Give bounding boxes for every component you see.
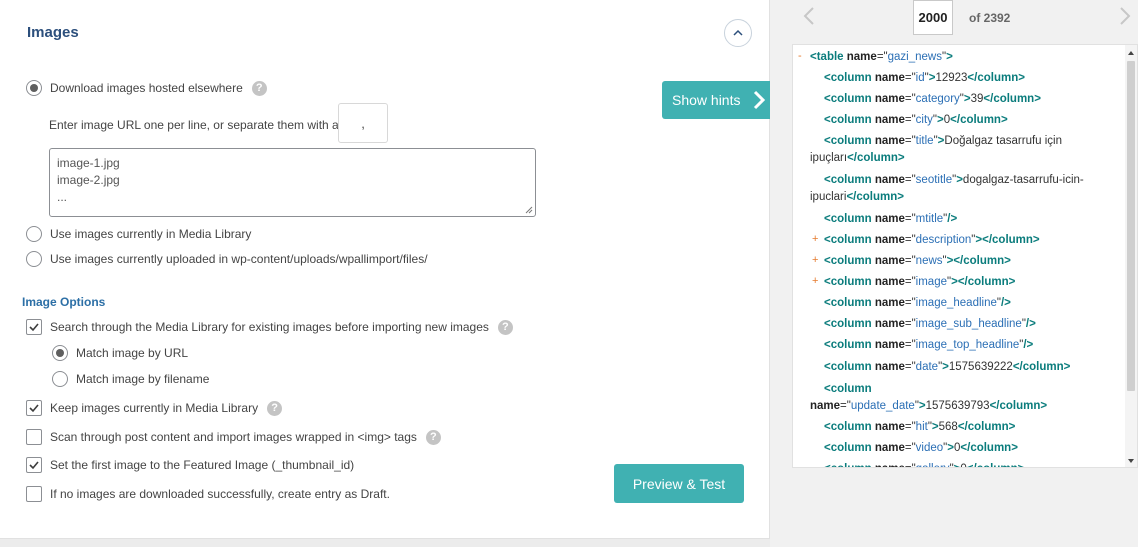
chevron-right-icon [753,90,766,110]
uploaded-label: Use images currently uploaded in wp-cont… [50,252,428,266]
chevron-up-icon [733,29,743,36]
xml-column-line: <column name="date">1575639222</column> [824,361,1071,373]
xml-column-line: <column name="category">39</column> [824,93,1041,105]
xml-column-line: <column name="video">0</column> [824,442,1018,454]
xml-column-line: <column name="description"></column> [824,234,1040,246]
panel-footer [0,539,770,547]
separator-prompt-row: Enter image URL one per line, or separat… [49,118,339,132]
help-icon[interactable]: ? [497,319,513,335]
scan-option[interactable]: Scan through post content and import ima… [26,429,441,445]
search-label: Search through the Media Library for exi… [50,320,489,334]
scroll-thumb[interactable] [1127,61,1135,391]
chevron-right-icon[interactable] [1116,6,1134,26]
xml-scrollbar[interactable] [1125,45,1137,467]
separator-input[interactable] [338,103,388,143]
xml-column-line: <column name="image_headline"/> [824,297,1011,309]
help-icon[interactable]: ? [267,400,283,416]
help-icon[interactable]: ? [251,80,267,96]
xml-column-line: <column name="seotitle">dogalgaz-tasarru… [810,174,1084,203]
match-url-option[interactable]: Match image by URL [52,345,188,361]
checkmark-icon [29,404,39,413]
chevron-left-icon[interactable] [800,6,818,26]
xml-tree: - <table name="gazi_news"> <column name=… [793,45,1127,467]
xml-column-line: <column name="mtitle"/> [824,213,958,225]
show-hints-label: Show hints [672,92,741,108]
match-url-label: Match image by URL [76,346,189,360]
draft-checkbox[interactable] [26,486,42,502]
xml-column-line: <column name="image"></column> [824,276,1016,288]
collapse-toggle[interactable]: - [798,50,802,62]
download-radio[interactable] [26,80,42,96]
xml-column-line: <column name="image_top_headline"/> [824,339,1034,351]
scan-checkbox[interactable] [26,429,42,445]
match-url-radio[interactable] [52,345,68,361]
resize-grip-icon[interactable] [525,206,533,214]
search-checkbox[interactable] [26,319,42,335]
record-number-input[interactable]: 2000 [913,0,953,35]
match-filename-label: Match image by filename [76,372,210,386]
expand-toggle[interactable]: + [812,275,818,287]
uploaded-radio[interactable] [26,251,42,267]
media-library-radio[interactable] [26,226,42,242]
xml-column-line: <column name="title">Doğalgaz tasarrufu … [810,135,1063,164]
scroll-up-icon[interactable] [1127,49,1135,57]
show-hints-button[interactable]: Show hints [662,81,770,119]
xml-column-line: <column name="gallery">0</column> [824,461,1024,467]
media-library-option[interactable]: Use images currently in Media Library [26,226,251,242]
image-url-textarea[interactable]: image-1.jpg image-2.jpg ... [49,148,536,217]
help-icon[interactable]: ? [425,429,441,445]
featured-checkbox[interactable] [26,457,42,473]
images-panel: Images Download images hosted elsewhere … [0,0,770,539]
checkmark-icon [29,461,39,470]
xml-column-line: <column name="image_sub_headline"/> [824,318,1036,330]
collapse-button[interactable] [724,19,752,47]
draft-label: If no images are downloaded successfully… [50,487,390,501]
featured-option[interactable]: Set the first image to the Featured Imag… [26,457,354,473]
scan-label: Scan through post content and import ima… [50,430,417,444]
checkmark-icon [29,323,39,332]
xml-column-line: <column name="city">0</column> [824,114,1008,126]
record-total: of 2392 [969,11,1011,25]
expand-toggle[interactable]: + [812,254,818,266]
section-title: Images [27,24,79,41]
image-url-text: image-1.jpg image-2.jpg ... [57,156,120,204]
preview-test-button[interactable]: Preview & Test [614,464,744,503]
separator-prompt: Enter image URL one per line, or separat… [49,118,339,132]
image-options-heading: Image Options [22,295,106,309]
match-filename-radio[interactable] [52,371,68,387]
scroll-down-icon[interactable] [1127,457,1135,465]
xml-column-line: <column name="id">12923</column> [824,72,1025,84]
uploaded-option[interactable]: Use images currently uploaded in wp-cont… [26,251,428,267]
xml-column-line: <column name="hit">568</column> [824,421,1016,433]
expand-toggle[interactable]: + [812,233,818,245]
search-option[interactable]: Search through the Media Library for exi… [26,319,513,335]
xml-column-line: <column name="news"></column> [824,255,1011,267]
download-label: Download images hosted elsewhere [50,81,243,95]
keep-label: Keep images currently in Media Library [50,401,259,415]
xml-table-open: <table name="gazi_news"> [810,51,953,63]
xml-viewer: - <table name="gazi_news"> <column name=… [792,44,1138,468]
match-filename-option[interactable]: Match image by filename [52,371,209,387]
draft-option[interactable]: If no images are downloaded successfully… [26,486,390,502]
keep-option[interactable]: Keep images currently in Media Library ? [26,400,283,416]
featured-label: Set the first image to the Featured Imag… [50,458,355,472]
download-option[interactable]: Download images hosted elsewhere ? [26,80,267,96]
media-library-label: Use images currently in Media Library [50,227,252,241]
xml-column-line: <column name="update_date">1575639793</c… [810,383,1048,412]
keep-checkbox[interactable] [26,400,42,416]
